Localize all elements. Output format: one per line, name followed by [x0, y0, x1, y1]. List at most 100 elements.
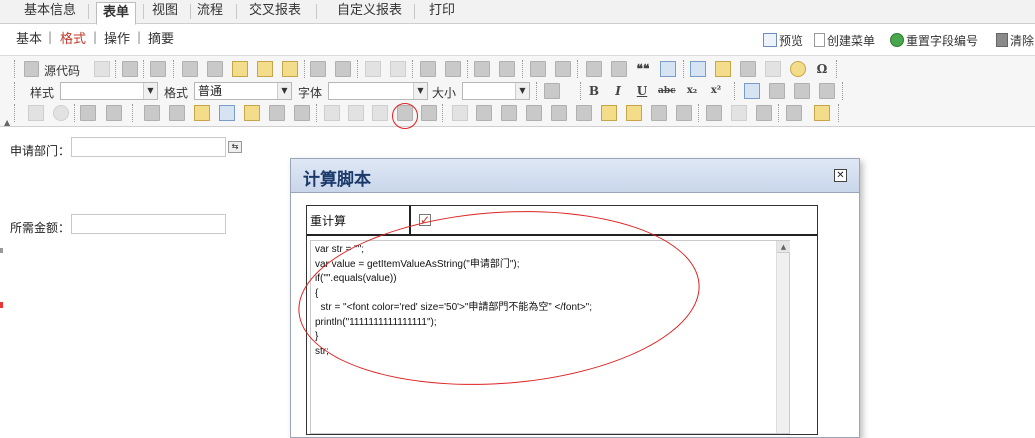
- align-center-icon[interactable]: [769, 83, 785, 99]
- style-select[interactable]: ▼: [60, 82, 158, 100]
- select-department-icon[interactable]: ⇆: [228, 141, 242, 153]
- flash-icon[interactable]: [715, 61, 731, 77]
- reset-field-number-button[interactable]: 重置字段编号: [890, 32, 978, 49]
- spellcheck-icon[interactable]: [335, 61, 351, 77]
- remove-format-icon[interactable]: [499, 61, 515, 77]
- script-editor[interactable]: var str = ""; var value = getItemValueAs…: [310, 240, 790, 434]
- find-icon[interactable]: [420, 61, 436, 77]
- paste-word-icon[interactable]: [282, 61, 298, 77]
- pencil-icon[interactable]: [452, 105, 468, 121]
- attachment-field-icon[interactable]: [348, 105, 364, 121]
- paste-text-icon[interactable]: [257, 61, 273, 77]
- text-field-icon[interactable]: [80, 105, 96, 121]
- user-field-icon[interactable]: [194, 105, 210, 121]
- grid-field-icon[interactable]: [551, 105, 567, 121]
- div-container-icon[interactable]: [660, 61, 676, 77]
- subnav-operation[interactable]: 操作: [104, 28, 130, 47]
- redo-icon[interactable]: [390, 61, 406, 77]
- tab-form[interactable]: 表单: [96, 2, 137, 25]
- vertical-scrollbar[interactable]: ▲: [776, 241, 790, 433]
- subnav-format[interactable]: 格式: [60, 28, 86, 47]
- amount-input[interactable]: [71, 214, 226, 234]
- smiley-icon[interactable]: [790, 61, 806, 77]
- subnav-basic[interactable]: 基本: [16, 28, 42, 47]
- indent-icon[interactable]: [611, 61, 627, 77]
- web-field-icon[interactable]: [651, 105, 667, 121]
- new-page-icon[interactable]: [94, 61, 110, 77]
- source-button-label[interactable]: 源代码: [44, 62, 80, 79]
- preview-doc-icon[interactable]: [122, 61, 138, 77]
- bold-icon[interactable]: B: [586, 83, 602, 99]
- tab-cross-report[interactable]: 交叉报表: [243, 0, 307, 24]
- tab-field-icon[interactable]: [476, 105, 492, 121]
- subscript-icon[interactable]: x₂: [684, 83, 700, 99]
- collapse-toolbar-icon[interactable]: ▲: [4, 118, 10, 127]
- list-field-icon[interactable]: [144, 105, 160, 121]
- align-right-icon[interactable]: [794, 83, 810, 99]
- department-field-icon[interactable]: [219, 105, 235, 121]
- underline-icon[interactable]: U: [634, 83, 650, 99]
- numbered-list-icon[interactable]: [530, 61, 546, 77]
- copy-icon[interactable]: [207, 61, 223, 77]
- format-select[interactable]: 普通 ▼: [194, 82, 292, 100]
- image-field-icon[interactable]: [372, 105, 388, 121]
- view-field-icon[interactable]: [421, 105, 437, 121]
- textarea-field-icon[interactable]: [106, 105, 122, 121]
- table-icon[interactable]: [740, 61, 756, 77]
- tab-basic-info[interactable]: 基本信息: [18, 0, 82, 24]
- align-justify-icon[interactable]: [819, 83, 835, 99]
- background-color-icon[interactable]: [814, 105, 830, 121]
- office-field-icon[interactable]: [601, 105, 617, 121]
- button-field-icon[interactable]: [324, 105, 340, 121]
- anchor-icon[interactable]: [756, 105, 772, 121]
- template-icon[interactable]: [150, 61, 166, 77]
- scroll-up-icon[interactable]: ▲: [777, 241, 790, 253]
- create-menu-button[interactable]: 创建菜单: [814, 32, 875, 49]
- radio-field-icon[interactable]: [53, 105, 69, 121]
- tab-print[interactable]: 打印: [423, 0, 461, 24]
- tree-field-icon[interactable]: [244, 105, 260, 121]
- horizontal-rule-icon[interactable]: [765, 61, 781, 77]
- size-select[interactable]: ▼: [462, 82, 530, 100]
- date-field-icon[interactable]: [169, 105, 185, 121]
- recalculate-checkbox[interactable]: ✓: [419, 214, 431, 226]
- maximize-icon[interactable]: [544, 83, 560, 99]
- superscript-icon[interactable]: x²: [708, 83, 724, 99]
- clear-button[interactable]: 清除: [996, 32, 1034, 49]
- strikethrough-icon[interactable]: abc: [658, 83, 676, 99]
- subform-field-icon[interactable]: [526, 105, 542, 121]
- suggest-field-icon[interactable]: [269, 105, 285, 121]
- italic-icon[interactable]: I: [610, 83, 626, 99]
- map-field-icon[interactable]: [294, 105, 310, 121]
- department-input[interactable]: [71, 137, 226, 157]
- blockquote-icon[interactable]: ❝❝: [635, 61, 651, 77]
- source-icon[interactable]: [24, 61, 39, 77]
- unlink-icon[interactable]: [731, 105, 747, 121]
- print-icon[interactable]: [310, 61, 326, 77]
- activity-field-icon[interactable]: [676, 105, 692, 121]
- font-select[interactable]: ▼: [328, 82, 428, 100]
- bulleted-list-icon[interactable]: [555, 61, 571, 77]
- link-icon[interactable]: [706, 105, 722, 121]
- outdent-icon[interactable]: [586, 61, 602, 77]
- subnav-summary[interactable]: 摘要: [148, 28, 174, 47]
- select-all-icon[interactable]: [474, 61, 490, 77]
- special-char-icon[interactable]: Ω: [814, 61, 830, 77]
- tab-flow[interactable]: 流程: [191, 0, 229, 24]
- checkbox-field-icon[interactable]: [28, 105, 44, 121]
- cut-icon[interactable]: [182, 61, 198, 77]
- paste-icon[interactable]: [232, 61, 248, 77]
- close-icon[interactable]: ✕: [834, 169, 847, 182]
- align-left-icon[interactable]: [744, 83, 760, 99]
- undo-icon[interactable]: [365, 61, 381, 77]
- tab-view[interactable]: 视图: [146, 0, 184, 24]
- flow-field-icon[interactable]: [576, 105, 592, 121]
- text-color-icon[interactable]: [786, 105, 802, 121]
- tab-custom-report[interactable]: 自定义报表: [331, 0, 408, 24]
- photo-field-icon[interactable]: [626, 105, 642, 121]
- preview-button[interactable]: 预览: [763, 32, 803, 49]
- include-field-icon[interactable]: [501, 105, 517, 121]
- calculate-field-icon[interactable]: [397, 105, 413, 121]
- image-icon[interactable]: [690, 61, 706, 77]
- replace-icon[interactable]: [445, 61, 461, 77]
